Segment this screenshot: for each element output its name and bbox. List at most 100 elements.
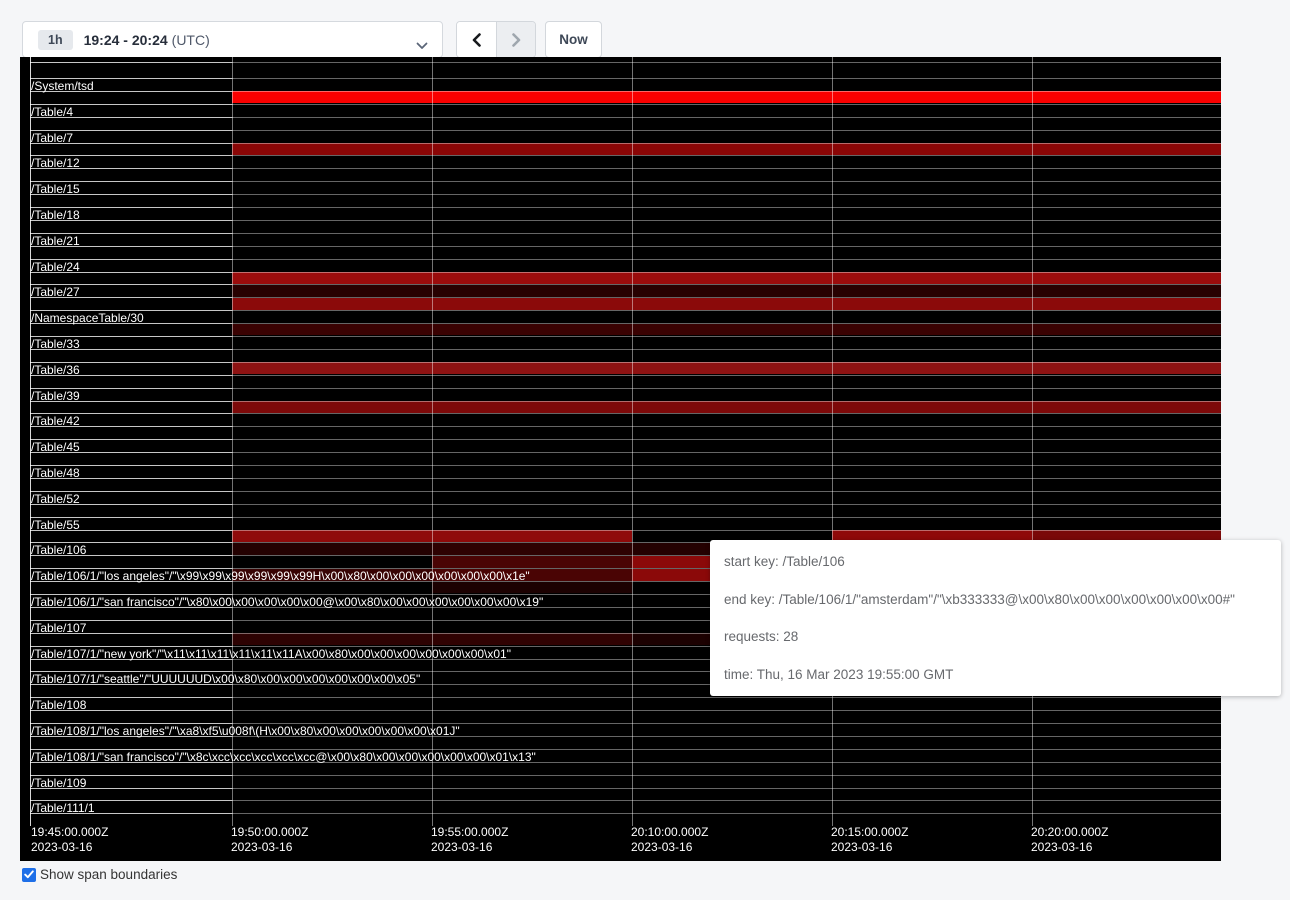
heatmap-cell[interactable] (432, 582, 632, 594)
heatmap-cell[interactable] (232, 285, 432, 297)
heatmap-cell[interactable] (632, 298, 832, 310)
heatmap-cell[interactable] (432, 543, 632, 555)
span-boundary-line (30, 697, 1221, 698)
heatmap-cell[interactable] (232, 401, 432, 413)
heatmap-cell[interactable] (1032, 298, 1221, 310)
heatmap-cell[interactable] (232, 91, 432, 103)
span-label: /Table/108/1/"los angeles"/"\xa8\xf5\u00… (31, 725, 460, 737)
heatmap-cell[interactable] (632, 324, 832, 336)
span-label: /Table/45 (31, 441, 80, 453)
span-boundary-line (30, 297, 1221, 298)
span-boundary-line (30, 530, 1221, 531)
heatmap-cell[interactable] (832, 324, 1032, 336)
check-icon (24, 870, 34, 879)
span-label: /Table/39 (31, 390, 80, 402)
heatmap-cell[interactable] (1032, 91, 1221, 103)
next-time-button[interactable] (496, 22, 535, 57)
heatmap-cell[interactable] (1032, 401, 1221, 413)
heatmap-cell[interactable] (632, 272, 832, 284)
heatmap-cell[interactable] (232, 298, 432, 310)
heatmap-cell[interactable] (232, 530, 432, 542)
span-boundary-line (30, 813, 1221, 814)
heatmap-cell[interactable] (432, 143, 632, 155)
time-gridline (232, 57, 233, 826)
show-span-boundaries-checkbox[interactable] (22, 868, 36, 882)
heatmap-cell[interactable] (432, 298, 632, 310)
prev-time-button[interactable] (457, 22, 496, 57)
span-label: /Table/111/1 (31, 802, 95, 814)
heatmap-cell[interactable] (1032, 324, 1221, 336)
span-label: /Table/4 (31, 106, 73, 118)
x-axis-label: 20:10:00.000Z2023-03-16 (631, 825, 708, 855)
heatmap-cell[interactable] (832, 401, 1032, 413)
time-range-selector[interactable]: 1h 19:24 - 20:24(UTC) (22, 21, 443, 58)
now-button[interactable]: Now (545, 21, 602, 58)
heatmap-cell[interactable] (432, 91, 632, 103)
tooltip-start-key: start key: /Table/106 (724, 554, 1267, 569)
heatmap-cell[interactable] (1032, 362, 1221, 374)
heatmap-cell[interactable] (832, 91, 1032, 103)
heatmap-cell[interactable] (632, 401, 832, 413)
tooltip-end-key: end key: /Table/106/1/"amsterdam"/"\xb33… (724, 592, 1267, 607)
heatmap-cell[interactable] (432, 556, 632, 568)
span-boundary-line (30, 104, 1221, 105)
span-label: /Table/33 (31, 338, 80, 350)
heatmap-cell[interactable] (432, 285, 632, 297)
span-label: /Table/107 (31, 622, 86, 634)
span-label: /Table/106 (31, 544, 86, 556)
x-axis-label: 20:15:00.000Z2023-03-16 (831, 825, 908, 855)
heatmap-cell[interactable] (232, 362, 432, 374)
key-visualizer-heatmap[interactable]: /System/tsd/Table/4/Table/7/Table/12/Tab… (20, 57, 1221, 861)
span-label: /Table/36 (31, 364, 80, 376)
x-axis-label: 20:20:00.000Z2023-03-16 (1031, 825, 1108, 855)
heatmap-cell[interactable] (832, 143, 1032, 155)
heatmap-cell[interactable] (632, 285, 832, 297)
heatmap-cell[interactable] (432, 401, 632, 413)
span-label: /Table/24 (31, 261, 80, 273)
heatmap-cell[interactable] (232, 272, 432, 284)
chevron-down-icon (416, 37, 428, 55)
x-axis-label: 19:45:00.000Z2023-03-16 (31, 825, 108, 855)
range-duration-badge: 1h (38, 30, 73, 50)
span-boundary-line (30, 775, 1221, 776)
span-boundary-line (30, 413, 1221, 414)
span-label: /Table/108/1/"san francisco"/"\x8c\xcc\x… (31, 751, 536, 763)
time-gridline (632, 57, 633, 826)
heatmap-cell[interactable] (632, 91, 832, 103)
span-label: /Table/109 (31, 777, 86, 789)
heatmap-cell[interactable] (832, 298, 1032, 310)
time-gridline (1032, 57, 1033, 826)
span-label: /Table/12 (31, 157, 80, 169)
heatmap-cell[interactable] (432, 362, 632, 374)
range-text: 19:24 - 20:24(UTC) (84, 32, 210, 48)
span-label: /System/tsd (31, 80, 94, 92)
span-boundary-line (30, 155, 1221, 156)
show-span-boundaries-label: Show span boundaries (40, 867, 177, 882)
span-label: /Table/108 (31, 699, 86, 711)
range-times: 19:24 - 20:24 (84, 32, 168, 48)
range-timezone: (UTC) (172, 32, 210, 48)
span-boundary-line (30, 220, 1221, 221)
span-boundary-line (30, 62, 1221, 63)
heatmap-cell[interactable] (232, 143, 432, 155)
heatmap-cell[interactable] (432, 633, 632, 645)
heatmap-cell[interactable] (1032, 143, 1221, 155)
heatmap-cell[interactable] (632, 143, 832, 155)
heatmap-cell[interactable] (232, 633, 432, 645)
heatmap-cell[interactable] (432, 324, 632, 336)
heatmap-cell[interactable] (832, 362, 1032, 374)
span-boundary-line (30, 246, 1221, 247)
heatmap-cell[interactable] (832, 272, 1032, 284)
span-label: /Table/7 (31, 132, 73, 144)
heatmap-cell[interactable] (632, 362, 832, 374)
heatmap-cell[interactable] (432, 272, 632, 284)
span-boundary-line (30, 478, 1221, 479)
heatmap-cell[interactable] (832, 285, 1032, 297)
heatmap-cell[interactable] (232, 324, 432, 336)
toolbar: 1h 19:24 - 20:24(UTC) Now (0, 0, 1290, 58)
heatmap-cell[interactable] (432, 530, 632, 542)
span-boundary-line (30, 310, 1221, 311)
heatmap-cell[interactable] (1032, 272, 1221, 284)
heatmap-cell[interactable] (232, 543, 432, 555)
heatmap-cell[interactable] (1032, 285, 1221, 297)
